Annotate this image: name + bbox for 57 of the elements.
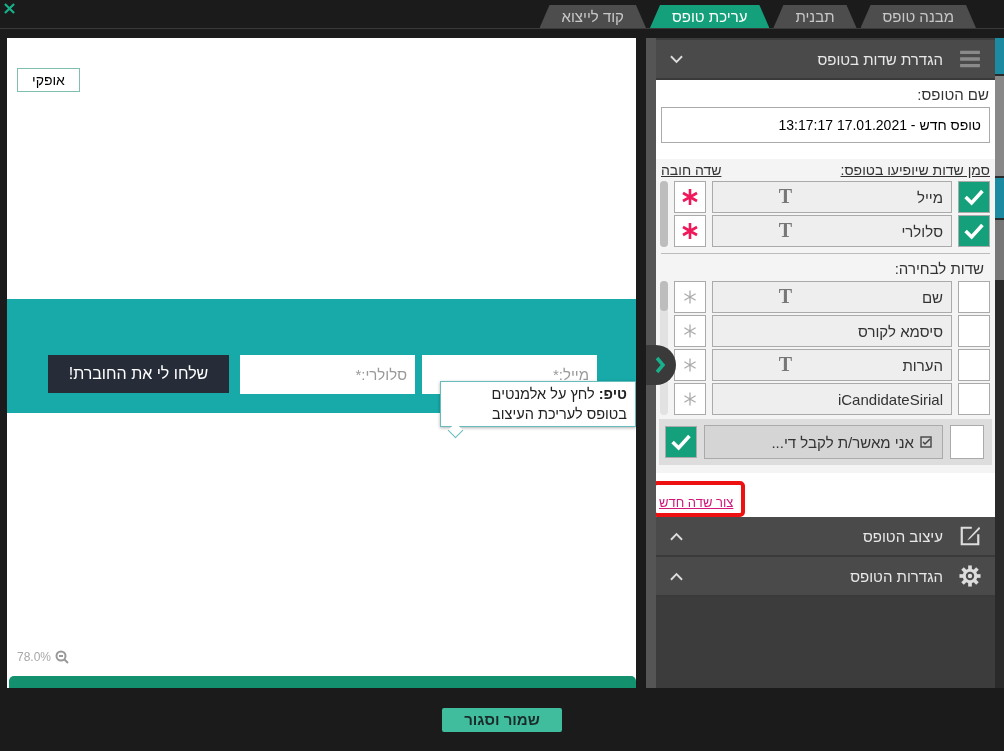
- scrollbar[interactable]: [660, 181, 668, 247]
- asterisk-icon: [680, 221, 700, 241]
- checkbox[interactable]: [958, 315, 990, 347]
- text-type-icon: T: [778, 353, 792, 375]
- field-name[interactable]: iCandidateSirial: [712, 383, 952, 415]
- form-name-field[interactable]: טופס חדש - 17.01.2021 13:17:17: [661, 107, 990, 143]
- asterisk-icon: [682, 289, 698, 305]
- text-type-icon: T: [778, 219, 792, 241]
- checkbox[interactable]: [950, 425, 984, 459]
- tab[interactable]: מבנה טופס: [860, 5, 976, 28]
- zoom-out-icon[interactable]: [55, 650, 70, 664]
- close-icon[interactable]: [4, 3, 15, 14]
- required-toggle[interactable]: [674, 315, 706, 347]
- column-heading: סמן שדות שיופיעו בטופס:: [840, 162, 990, 178]
- asterisk-icon: [682, 357, 698, 373]
- asterisk-icon: [682, 391, 698, 407]
- required-toggle[interactable]: [674, 349, 706, 381]
- submit-button[interactable]: שלחו לי את החוברת!: [48, 355, 229, 393]
- scrollbar[interactable]: [660, 281, 668, 415]
- section-title: הגדרת שדות בטופס: [816, 50, 943, 68]
- layout-button[interactable]: אופקי: [17, 68, 80, 92]
- settings-icon: [959, 565, 981, 587]
- tab[interactable]: תבנית: [773, 5, 857, 28]
- required-toggle[interactable]: [674, 181, 706, 213]
- zoom-level: 78.0%: [17, 650, 52, 664]
- checkbox[interactable]: [958, 215, 990, 247]
- required-toggle[interactable]: [674, 281, 706, 313]
- tab[interactable]: קוד לייצוא: [539, 5, 646, 28]
- section-header[interactable]: הגדרות הטופס: [656, 557, 995, 597]
- required-toggle[interactable]: [674, 215, 706, 247]
- input-field[interactable]: סלולרי:*: [240, 355, 415, 394]
- field-label: שדות לבחירה:: [893, 260, 985, 279]
- required-toggle[interactable]: [674, 383, 706, 415]
- text-type-icon: T: [778, 285, 792, 307]
- consent-label: אני מאשר/ת לקבל די...: [771, 433, 914, 451]
- section-header[interactable]: עיצוב הטופס: [656, 517, 995, 557]
- column-heading: שדה חובה: [661, 162, 722, 178]
- brush-edit-icon: [959, 525, 981, 547]
- section-title: הגדרות הטופס: [849, 567, 943, 585]
- asterisk-icon: [682, 323, 698, 339]
- required-checkbox[interactable]: [665, 426, 697, 458]
- expand-handle-icon[interactable]: [646, 345, 676, 385]
- checkbox[interactable]: [958, 349, 990, 381]
- checkbox[interactable]: [958, 281, 990, 313]
- section-header[interactable]: הגדרת שדות בטופס: [656, 40, 995, 80]
- scrollbar[interactable]: [9, 676, 636, 688]
- save-button[interactable]: שמור וסגור: [442, 707, 562, 732]
- asterisk-icon: [680, 187, 700, 207]
- checkbox[interactable]: [958, 181, 990, 213]
- section-title: עיצוב הטופס: [861, 527, 943, 545]
- checkbox-icon: [920, 436, 932, 448]
- menu-icon: [959, 48, 981, 70]
- new-field-link[interactable]: צור שדה חדש: [659, 495, 734, 510]
- field-label: שם הטופס:: [916, 86, 990, 105]
- checkbox[interactable]: [958, 383, 990, 415]
- text-type-icon: T: [778, 185, 792, 207]
- field-name[interactable]: סיסמא לקורס: [712, 315, 952, 347]
